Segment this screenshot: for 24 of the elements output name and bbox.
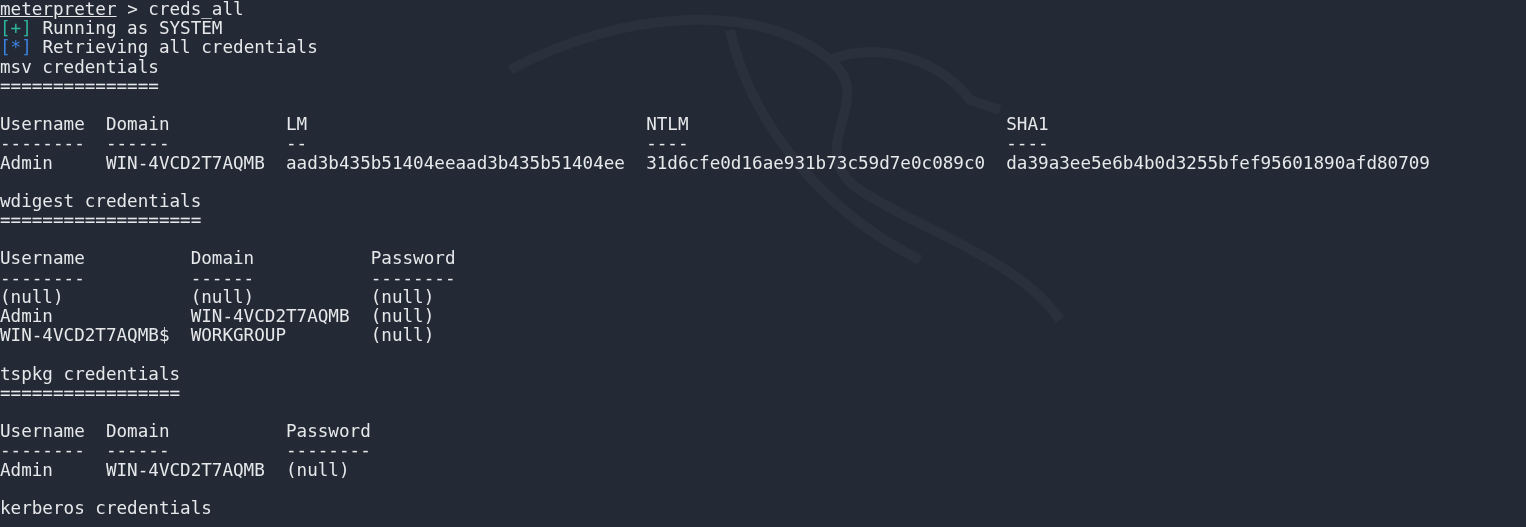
status-marker: [*]: [0, 37, 32, 58]
output-line: -------- ------ --------: [0, 440, 371, 461]
output-line: Username Domain Password: [0, 421, 371, 442]
output-line: -------- ------ -- ---- ----: [0, 133, 1049, 154]
output-line: WIN-4VCD2T7AQMB$ WORKGROUP (null): [0, 325, 435, 346]
output-line: tspkg credentials: [0, 363, 181, 384]
prompt-label: meterpreter: [0, 0, 117, 19]
output-line: (null) (null) (null): [0, 286, 435, 307]
command-text: creds_all: [148, 0, 244, 19]
status-message: Retrieving all credentials: [42, 37, 318, 58]
status-message: Running as SYSTEM: [42, 18, 223, 39]
output-line: kerberos credentials: [0, 497, 212, 518]
output-line: -------- ------ --------: [0, 267, 456, 288]
output-line: Username Domain LM NTLM SHA1: [0, 114, 1049, 135]
output-line: Username Domain Password: [0, 248, 456, 269]
output-line: ===============: [0, 75, 159, 96]
output-line: ===================: [0, 210, 202, 231]
output-line: Admin WIN-4VCD2T7AQMB aad3b435b51404eeaad3b435b51404ee 31d6cfe0d16ae931b73c59d7e0c089c0 da39a3ee5e6b4b0d3255bfef95601890afd80709: [0, 152, 1430, 173]
prompt-separator: >: [127, 0, 138, 19]
output-line: Admin WIN-4VCD2T7AQMB (null): [0, 459, 350, 480]
output-line: wdigest credentials: [0, 190, 202, 211]
output-line: Admin WIN-4VCD2T7AQMB (null): [0, 306, 435, 326]
output-line: msv credentials: [0, 56, 159, 77]
status-marker: [+]: [0, 18, 32, 39]
